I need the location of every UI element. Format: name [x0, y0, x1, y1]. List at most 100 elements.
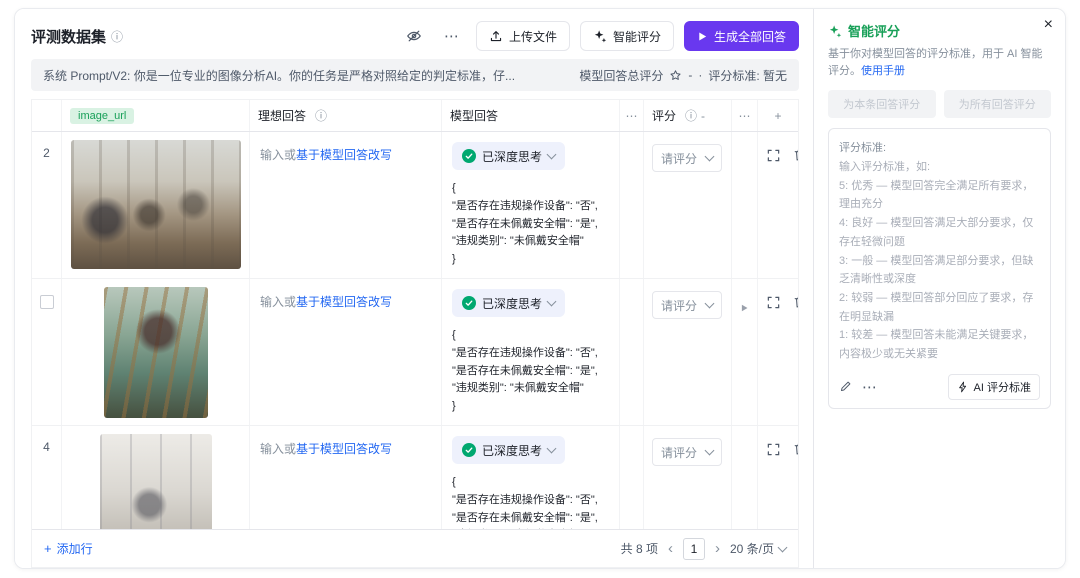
expand-row-icon[interactable]	[766, 148, 781, 163]
more-options-button[interactable]: ⋯	[438, 22, 466, 50]
sparkle-icon	[593, 29, 607, 43]
chevron-down-icon	[547, 444, 557, 454]
score-placeholder: 请评分	[661, 444, 697, 461]
column-more-button[interactable]: ⋯	[620, 100, 644, 131]
upload-file-label: 上传文件	[509, 28, 557, 45]
index-column-header	[32, 100, 62, 131]
row-index-cell: 2	[32, 132, 62, 278]
model-answer-json: { "是否存在违规操作设备": "否", "是否存在未佩戴安全帽": "是", …	[452, 474, 609, 529]
panel-header: 智能评分	[828, 21, 1051, 40]
system-prompt-bar: 系统 Prompt/V2: 你是一位专业的图像分析AI。你的任务是严格对照给定的…	[31, 59, 799, 91]
delete-row-icon[interactable]	[793, 442, 798, 456]
row-checkbox[interactable]	[40, 295, 54, 309]
criteria-label: 评分标准:	[839, 139, 1040, 155]
edit-pencil-icon[interactable]	[839, 380, 852, 393]
criteria-status: 评分标准: 暂无	[708, 67, 787, 84]
upload-file-button[interactable]: 上传文件	[476, 21, 570, 51]
ideal-answer-cell[interactable]: 输入或基于模型回答改写	[250, 279, 442, 425]
criteria-input[interactable]: 评分标准: 输入评分标准，如: 5: 优秀 — 模型回答完全满足所有要求，理由充…	[828, 128, 1051, 409]
generate-row-answer-icon[interactable]	[740, 303, 749, 313]
dot-separator: ·	[698, 68, 702, 82]
delete-row-icon[interactable]	[793, 295, 798, 309]
criteria-placeholder-line: 1: 较差 — 模型回答未能满足关键要求，内容极少或无关紧要	[839, 326, 1040, 363]
score-select[interactable]: 请评分	[652, 291, 722, 319]
score-select[interactable]: 请评分	[652, 144, 722, 172]
delete-row-icon[interactable]	[793, 148, 798, 162]
deep-think-label: 已深度思考	[482, 295, 542, 312]
criteria-toolbar: ⋯ AI 评分标准	[839, 374, 1040, 400]
row-actions-cell	[758, 132, 798, 278]
table-row: 4 输入或基于模型回答改写 已深度思考 { "是否存在	[32, 426, 798, 529]
title-info-icon[interactable]: ⓘ	[111, 28, 123, 45]
rewrite-from-model-link[interactable]: 基于模型回答改写	[296, 148, 392, 162]
check-icon	[462, 443, 476, 457]
image-cell	[62, 279, 250, 425]
rewrite-from-model-link[interactable]: 基于模型回答改写	[296, 442, 392, 456]
score-select[interactable]: 请评分	[652, 438, 722, 466]
criteria-placeholder-line: 输入评分标准，如:	[839, 158, 1040, 177]
score-current-answer-button[interactable]: 为本条回答评分	[828, 90, 936, 118]
criteria-placeholder-line: 4: 良好 — 模型回答满足大部分要求，仅存在轻微问题	[839, 214, 1040, 251]
row-index: 2	[43, 146, 50, 160]
chevron-down-icon	[705, 446, 715, 456]
page-number[interactable]: 1	[683, 538, 705, 560]
sparkle-icon	[828, 24, 842, 38]
generate-all-button[interactable]: 生成全部回答	[684, 21, 799, 51]
criteria-more-button[interactable]: ⋯	[862, 378, 878, 396]
app-window: 评测数据集 ⓘ ⋯ 上传文件 智能评分 生成全部回答	[14, 8, 1066, 569]
dataset-image[interactable]	[71, 140, 241, 269]
pagination: 共 8 项 ‹ 1 › 20 条/页	[621, 538, 786, 560]
score-cell: 请评分	[644, 426, 732, 529]
system-prompt-text[interactable]: 系统 Prompt/V2: 你是一位专业的图像分析AI。你的任务是严格对照给定的…	[43, 67, 579, 84]
rewrite-from-model-link[interactable]: 基于模型回答改写	[296, 295, 392, 309]
smart-score-button[interactable]: 智能评分	[580, 21, 674, 51]
row-index: 4	[43, 440, 50, 454]
next-page-button[interactable]: ›	[715, 541, 720, 556]
top-toolbar: 评测数据集 ⓘ ⋯ 上传文件 智能评分 生成全部回答	[31, 19, 799, 53]
deep-think-badge[interactable]: 已深度思考	[452, 436, 565, 464]
row-actions-cell	[758, 426, 798, 529]
expand-row-icon[interactable]	[766, 295, 781, 310]
image-column-header: image_url	[62, 100, 250, 131]
criteria-placeholder-line: 3: 一般 — 模型回答满足部分要求，但缺乏清晰性或深度	[839, 252, 1040, 289]
score-info-icon[interactable]: ⓘ	[685, 107, 697, 124]
spacer-cell	[620, 279, 644, 425]
ideal-info-icon[interactable]: ⓘ	[315, 107, 327, 124]
generate-all-label: 生成全部回答	[714, 28, 786, 45]
image-cell	[62, 426, 250, 529]
ellipsis-icon: ⋯	[626, 109, 638, 123]
score-placeholder: 请评分	[661, 150, 697, 167]
add-row-button[interactable]: + 添加行	[44, 540, 93, 557]
score-column-header: 评分 ⓘ -	[644, 100, 732, 131]
ideal-answer-cell[interactable]: 输入或基于模型回答改写	[250, 132, 442, 278]
manual-link[interactable]: 使用手册	[861, 65, 905, 77]
ai-criteria-label: AI 评分标准	[974, 379, 1031, 395]
row-index-cell: 4	[32, 426, 62, 529]
column-more-button[interactable]: ⋯	[732, 100, 758, 131]
hide-columns-button[interactable]	[400, 22, 428, 50]
score-all-answers-button[interactable]: 为所有回答评分	[944, 90, 1052, 118]
chevron-down-icon	[547, 150, 557, 160]
table-row: 2 输入或基于模型回答改写 已深度思考 { "是否存在	[32, 132, 798, 279]
table-row: 输入或基于模型回答改写 已深度思考 { "是否存在违规操作设备": "否", "…	[32, 279, 798, 426]
page-size-select[interactable]: 20 条/页	[730, 540, 786, 557]
score-cell: 请评分	[644, 279, 732, 425]
ellipsis-icon: ⋯	[444, 27, 460, 45]
play-icon	[697, 31, 708, 42]
model-answer-cell: 已深度思考 { "是否存在违规操作设备": "否", "是否存在未佩戴安全帽":…	[442, 132, 620, 278]
deep-think-badge[interactable]: 已深度思考	[452, 289, 565, 317]
prev-page-button[interactable]: ‹	[668, 541, 673, 556]
ideal-answer-column-header: 理想回答 ⓘ	[250, 100, 442, 131]
add-column-button[interactable]: +	[758, 100, 798, 131]
spacer-cell	[620, 132, 644, 278]
dataset-image[interactable]	[100, 434, 212, 529]
ai-criteria-button[interactable]: AI 评分标准	[948, 374, 1040, 400]
close-icon[interactable]: ×	[1044, 17, 1053, 33]
panel-title: 智能评分	[848, 21, 900, 40]
dataset-image[interactable]	[104, 287, 208, 418]
panel-action-buttons: 为本条回答评分 为所有回答评分	[828, 90, 1051, 118]
deep-think-badge[interactable]: 已深度思考	[452, 142, 565, 170]
expand-row-icon[interactable]	[766, 442, 781, 457]
star-icon	[669, 69, 682, 82]
ideal-answer-cell[interactable]: 输入或基于模型回答改写	[250, 426, 442, 529]
